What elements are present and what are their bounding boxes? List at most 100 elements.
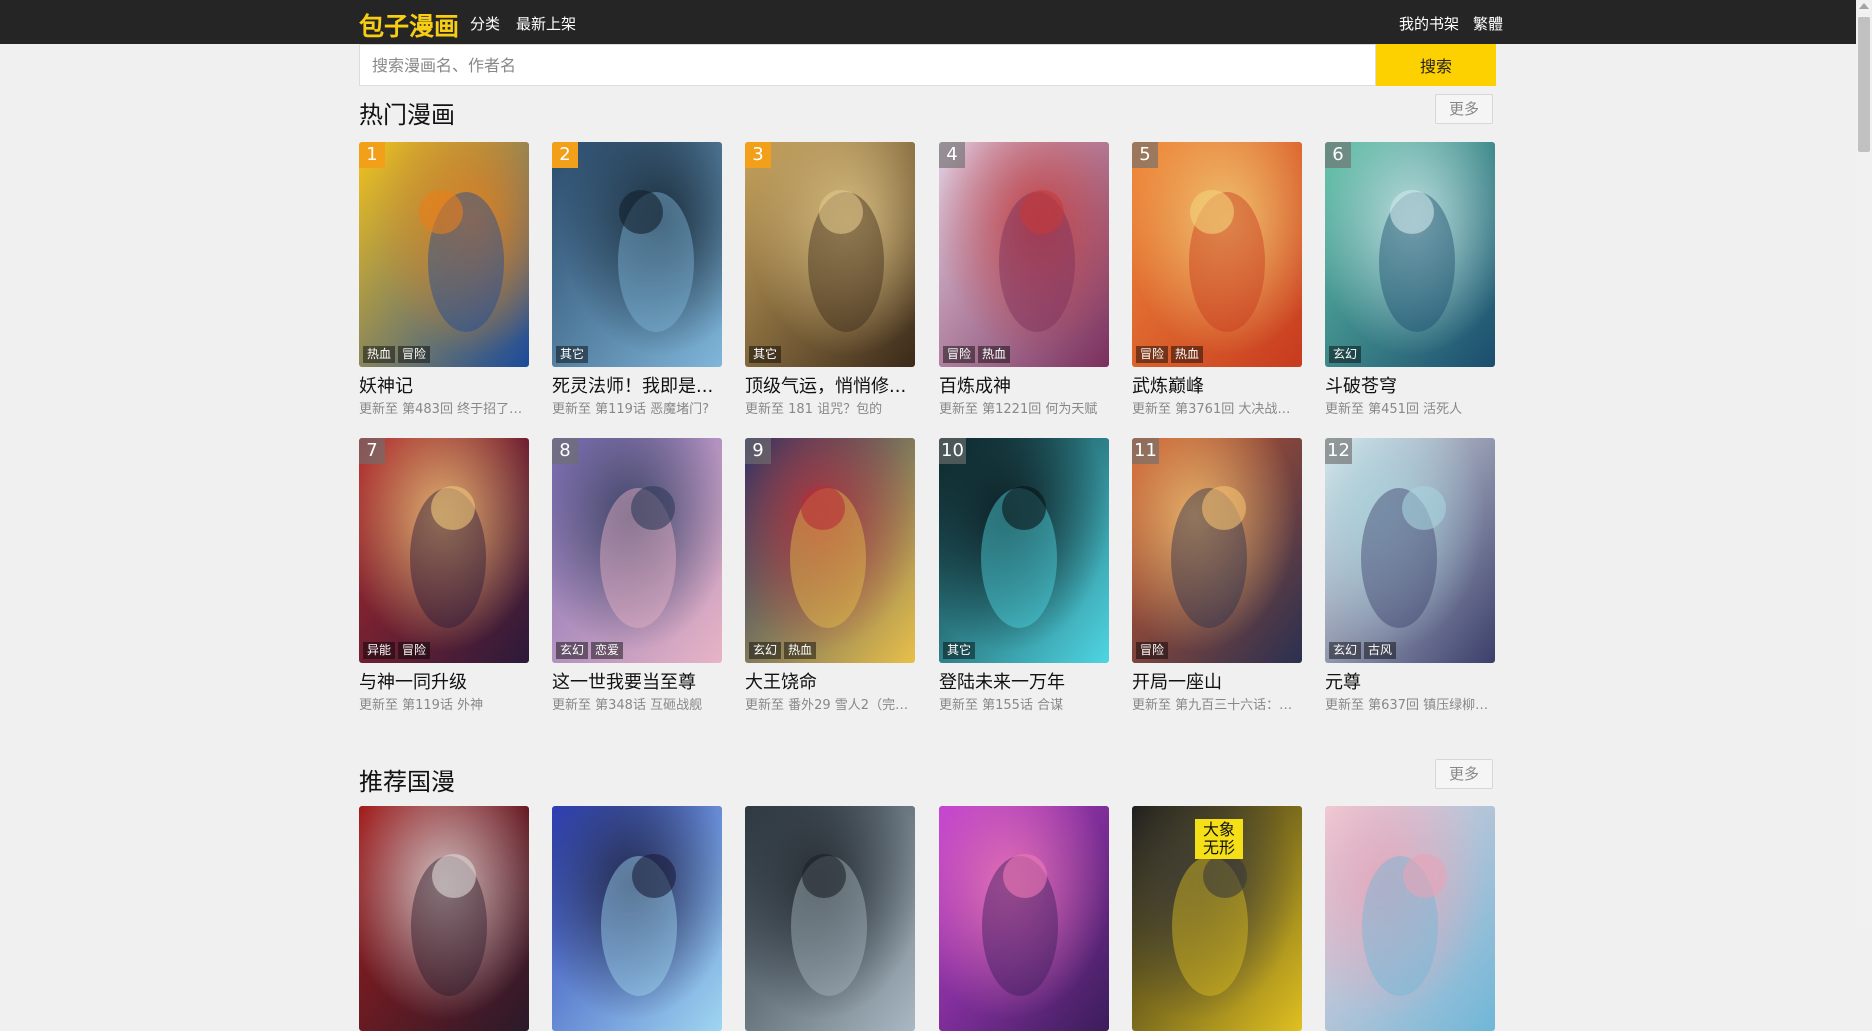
genre-tag: 冒险 bbox=[1136, 642, 1169, 659]
tag-list: 冒险 热血 bbox=[943, 346, 1011, 363]
rank-badge: 10 bbox=[939, 438, 966, 464]
cover-image[interactable] bbox=[745, 806, 915, 1031]
genre-tag: 冒险 bbox=[398, 642, 431, 659]
nav-latest-link[interactable]: 最新上架 bbox=[516, 13, 576, 34]
rank-badge: 6 bbox=[1325, 142, 1351, 168]
rank-badge: 12 bbox=[1325, 438, 1352, 464]
latest-chapter[interactable]: 更新至 第155话 合谋 bbox=[939, 694, 1109, 713]
rank-badge: 7 bbox=[359, 438, 385, 464]
recommend-more-button[interactable]: 更多 bbox=[1435, 759, 1493, 789]
latest-chapter[interactable]: 更新至 第451回 活死人 bbox=[1325, 398, 1495, 417]
tag-list: 其它 bbox=[556, 346, 589, 363]
genre-tag: 玄幻 bbox=[1329, 346, 1362, 363]
genre-tag: 古风 bbox=[1364, 642, 1397, 659]
search-bar: 搜索 bbox=[359, 44, 1496, 86]
comic-title[interactable]: 顶级气运，悄悄修... bbox=[745, 372, 915, 398]
cover-image[interactable]: 12 玄幻 古风 bbox=[1325, 438, 1495, 663]
latest-chapter[interactable]: 更新至 第1221回 何为天赋 bbox=[939, 398, 1109, 417]
comic-title[interactable]: 开局一座山 bbox=[1132, 668, 1302, 694]
tag-list: 冒险 bbox=[1136, 642, 1169, 659]
comic-title[interactable]: 这一世我要当至尊 bbox=[552, 668, 722, 694]
cover-image[interactable] bbox=[939, 806, 1109, 1031]
recommend-section-title: 推荐国漫 bbox=[359, 768, 455, 796]
genre-tag: 恋爱 bbox=[591, 642, 624, 659]
comic-title[interactable]: 大王饶命 bbox=[745, 668, 915, 694]
genre-tag: 热血 bbox=[1171, 346, 1204, 363]
cover-image[interactable]: 3 其它 bbox=[745, 142, 915, 367]
cover-image[interactable]: 大象 无形 bbox=[1132, 806, 1302, 1031]
cover-image[interactable]: 11 冒险 bbox=[1132, 438, 1302, 663]
cover-image[interactable]: 5 冒险 热血 bbox=[1132, 142, 1302, 367]
cover-image[interactable] bbox=[552, 806, 722, 1031]
rank-badge: 8 bbox=[552, 438, 578, 464]
tag-list: 异能 冒险 bbox=[363, 642, 431, 659]
rank-badge: 2 bbox=[552, 142, 578, 168]
nav-categories-link[interactable]: 分类 bbox=[470, 13, 500, 34]
cover-image[interactable]: 7 异能 冒险 bbox=[359, 438, 529, 663]
scroll-up-arrow-icon[interactable] bbox=[1859, 3, 1869, 9]
genre-tag: 异能 bbox=[363, 642, 396, 659]
cover-image[interactable] bbox=[1325, 806, 1495, 1031]
rank-badge: 9 bbox=[745, 438, 771, 464]
cover-image[interactable]: 6 玄幻 bbox=[1325, 142, 1495, 367]
genre-tag: 热血 bbox=[784, 642, 817, 659]
nav-bookshelf-link[interactable]: 我的书架 bbox=[1399, 13, 1459, 34]
tag-list: 玄幻 古风 bbox=[1329, 642, 1397, 659]
rank-badge: 3 bbox=[745, 142, 771, 168]
hot-section-title: 热门漫画 bbox=[359, 101, 455, 129]
top-navbar: 包子漫画 分类 最新上架 我的书架 繁體 bbox=[0, 0, 1856, 44]
cover-image[interactable]: 2 其它 bbox=[552, 142, 722, 367]
genre-tag: 其它 bbox=[556, 346, 589, 363]
genre-tag: 玄幻 bbox=[749, 642, 782, 659]
rank-badge: 1 bbox=[359, 142, 385, 168]
genre-tag: 其它 bbox=[749, 346, 782, 363]
comic-title[interactable]: 与神一同升级 bbox=[359, 668, 529, 694]
genre-tag: 冒险 bbox=[1136, 346, 1169, 363]
genre-tag: 热血 bbox=[978, 346, 1011, 363]
search-input[interactable] bbox=[359, 44, 1376, 86]
site-logo[interactable]: 包子漫画 bbox=[359, 7, 459, 43]
comic-title[interactable]: 武炼巅峰 bbox=[1132, 372, 1302, 398]
latest-chapter[interactable]: 更新至 第3761回 大决战篇-... bbox=[1132, 398, 1302, 417]
genre-tag: 热血 bbox=[363, 346, 396, 363]
genre-tag: 其它 bbox=[943, 642, 976, 659]
cover-image[interactable]: 4 冒险 热血 bbox=[939, 142, 1109, 367]
latest-chapter[interactable]: 更新至 第637回 镇压绿柳（... bbox=[1325, 694, 1495, 713]
latest-chapter[interactable]: 更新至 第348话 互砸战舰 bbox=[552, 694, 722, 713]
tag-list: 玄幻 热血 bbox=[749, 642, 817, 659]
cover-image[interactable]: 8 玄幻 恋爱 bbox=[552, 438, 722, 663]
cover-title-badge: 大象 无形 bbox=[1195, 819, 1243, 859]
tag-list: 玄幻 恋爱 bbox=[556, 642, 624, 659]
tag-list: 热血 冒险 bbox=[363, 346, 431, 363]
tag-list: 其它 bbox=[749, 346, 782, 363]
latest-chapter[interactable]: 更新至 番外29 雪人2（完结... bbox=[745, 694, 915, 713]
cover-image[interactable] bbox=[359, 806, 529, 1031]
comic-title[interactable]: 死灵法师！我即是... bbox=[552, 372, 722, 398]
comic-title[interactable]: 登陆未来一万年 bbox=[939, 668, 1109, 694]
tag-list: 冒险 热血 bbox=[1136, 346, 1204, 363]
latest-chapter[interactable]: 更新至 第119话 恶魔堵门? bbox=[552, 398, 722, 417]
latest-chapter[interactable]: 更新至 第119话 外神 bbox=[359, 694, 529, 713]
genre-tag: 玄幻 bbox=[1329, 642, 1362, 659]
rank-badge: 4 bbox=[939, 142, 965, 168]
nav-traditional-link[interactable]: 繁體 bbox=[1473, 13, 1503, 34]
genre-tag: 冒险 bbox=[398, 346, 431, 363]
rank-badge: 5 bbox=[1132, 142, 1158, 168]
latest-chapter[interactable]: 更新至 第483回 终于招了（... bbox=[359, 398, 529, 417]
scrollbar-thumb[interactable] bbox=[1858, 17, 1870, 152]
latest-chapter[interactable]: 更新至 181 诅咒？包的 bbox=[745, 398, 915, 417]
cover-image[interactable]: 10 其它 bbox=[939, 438, 1109, 663]
cover-image[interactable]: 1 热血 冒险 bbox=[359, 142, 529, 367]
hot-more-button[interactable]: 更多 bbox=[1435, 94, 1493, 124]
comic-title[interactable]: 斗破苍穹 bbox=[1325, 372, 1495, 398]
rank-badge: 11 bbox=[1132, 438, 1159, 464]
comic-title[interactable]: 妖神记 bbox=[359, 372, 529, 398]
cover-image[interactable]: 9 玄幻 热血 bbox=[745, 438, 915, 663]
tag-list: 玄幻 bbox=[1329, 346, 1362, 363]
latest-chapter[interactable]: 更新至 第九百三十六话：瓶... bbox=[1132, 694, 1302, 713]
comic-title[interactable]: 百炼成神 bbox=[939, 372, 1109, 398]
comic-title[interactable]: 元尊 bbox=[1325, 668, 1495, 694]
genre-tag: 冒险 bbox=[943, 346, 976, 363]
tag-list: 其它 bbox=[943, 642, 976, 659]
search-button[interactable]: 搜索 bbox=[1376, 44, 1496, 86]
